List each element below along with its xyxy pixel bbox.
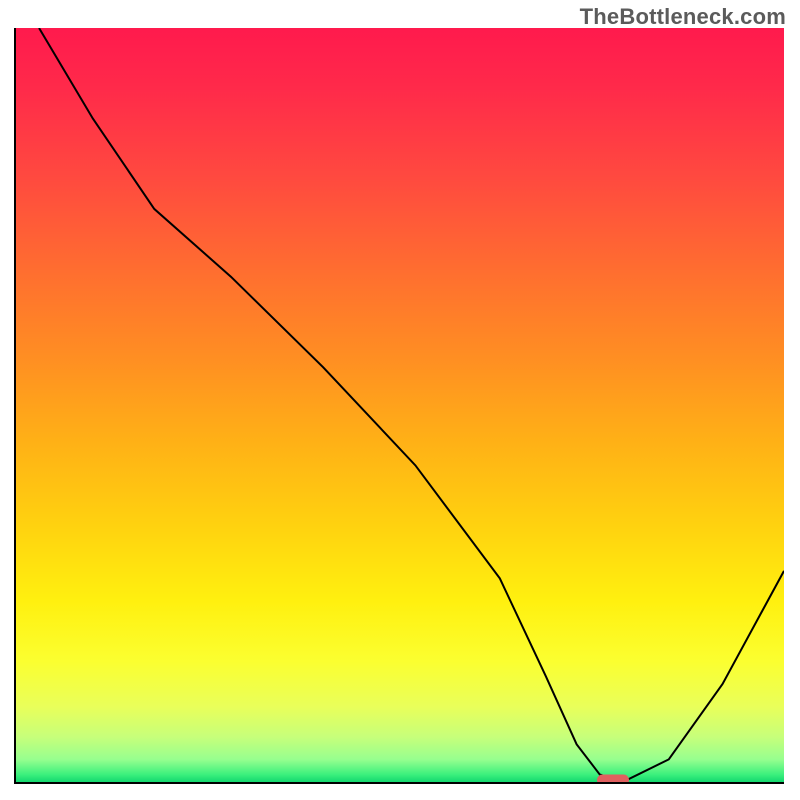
optimal-point-marker xyxy=(597,775,629,785)
chart-gradient-background xyxy=(16,28,784,782)
chart-plot-area xyxy=(14,28,784,784)
watermark-text: TheBottleneck.com xyxy=(580,4,786,30)
